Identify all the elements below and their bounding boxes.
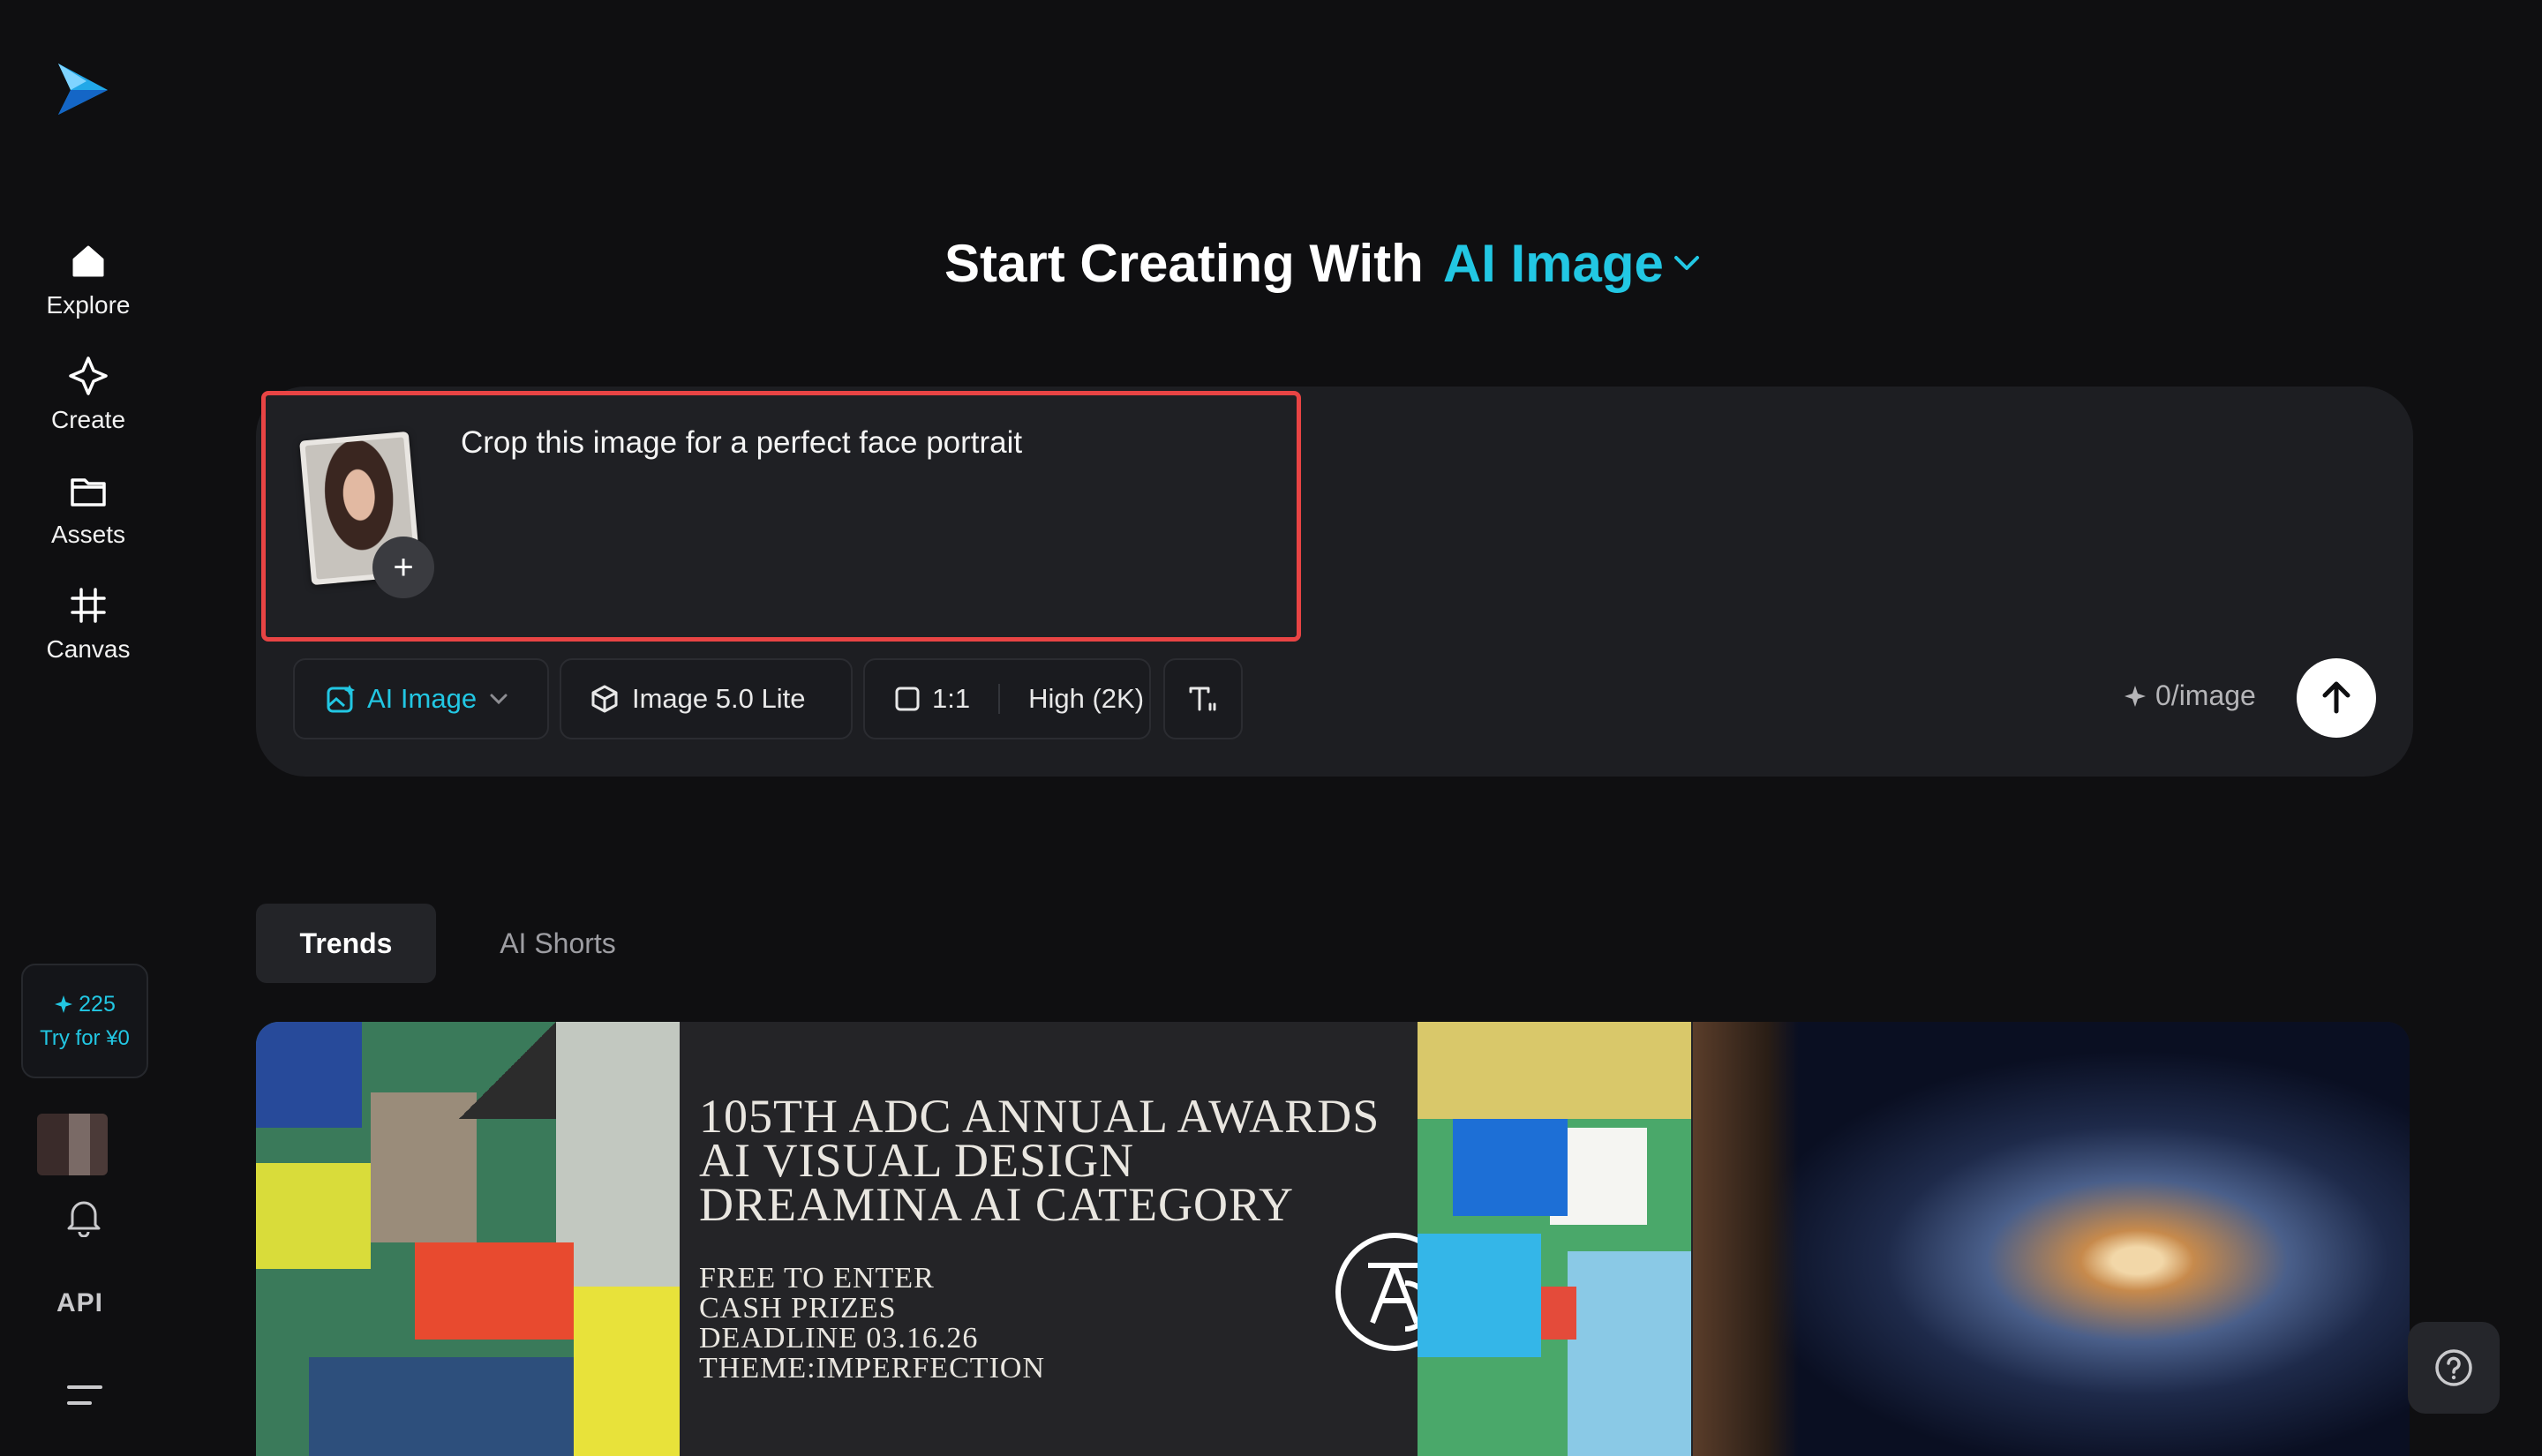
quality-label: High (2K): [1028, 683, 1145, 714]
sidebar-item-label: Create: [50, 406, 126, 433]
tab-trends[interactable]: Trends: [256, 904, 436, 983]
arrow-up-icon: [2322, 681, 2350, 714]
banner-title: 105TH ADC ANNUAL AWARDS AI VISUAL DESIGN…: [699, 1090, 1458, 1231]
banner-art-arch: [1693, 1022, 1799, 1456]
credits-box[interactable]: 225 Try for ¥0: [21, 964, 148, 1078]
banner-title-line: 105TH ADC ANNUAL AWARDS: [699, 1090, 1380, 1143]
divider: [998, 684, 1001, 714]
banner-art-galaxy: [1693, 1022, 2410, 1456]
folder-icon: [71, 478, 106, 507]
sidebar-item-create[interactable]: Create: [18, 355, 159, 452]
sidebar: Explore Create Assets Canvas 225 Try for…: [0, 0, 177, 1456]
sidebar-item-label: Explore: [46, 291, 131, 319]
prompt-input[interactable]: Crop this image for a perfect face portr…: [461, 425, 1273, 461]
heading-prefix: Start Creating With: [944, 233, 1424, 293]
mode-select[interactable]: AI Image: [293, 658, 549, 739]
model-label: Image 5.0 Lite: [632, 683, 806, 714]
ratio-quality-select[interactable]: 1:1 High (2K): [863, 658, 1151, 739]
image-sparkle-icon: [327, 685, 355, 713]
banner-art-middle: [1418, 1022, 1691, 1456]
sidebar-item-canvas[interactable]: Canvas: [18, 584, 159, 681]
square-ratio-icon: [895, 687, 920, 711]
banner-title-line: AI VISUAL DESIGN: [699, 1134, 1134, 1187]
sidebar-item-label: Assets: [50, 521, 126, 548]
avatar[interactable]: [37, 1114, 108, 1175]
text-format-icon: [1189, 687, 1216, 711]
home-icon: [72, 245, 104, 277]
chevron-down-icon: [490, 694, 508, 705]
cost-indicator: 0/image: [2124, 679, 2256, 712]
question-circle-icon: [2435, 1349, 2472, 1386]
tab-ai-shorts[interactable]: AI Shorts: [459, 904, 657, 983]
add-reference-button[interactable]: +: [372, 537, 434, 598]
menu-icon[interactable]: [65, 1377, 104, 1415]
page-heading: Start Creating With AI Image: [944, 228, 1739, 298]
bell-icon[interactable]: [64, 1197, 104, 1237]
crop-grid-icon: [71, 588, 106, 623]
featured-banner[interactable]: 105TH ADC ANNUAL AWARDS AI VISUAL DESIGN…: [256, 1022, 2410, 1456]
cube-icon: [591, 685, 618, 713]
dreamina-logo-icon[interactable]: [51, 58, 113, 120]
sidebar-item-explore[interactable]: Explore: [18, 240, 159, 337]
sidebar-item-assets[interactable]: Assets: [18, 469, 159, 567]
ratio-label: 1:1: [932, 683, 971, 714]
sparkle-icon: [55, 995, 73, 1013]
mode-dropdown[interactable]: AI Image: [1443, 233, 1703, 294]
plus-icon: +: [393, 547, 414, 587]
banner-art-left: [256, 1022, 680, 1456]
help-button[interactable]: [2408, 1322, 2500, 1414]
chevron-down-icon: [1673, 256, 1699, 270]
credits-count-value: 225: [79, 991, 116, 1017]
api-link[interactable]: API: [56, 1288, 103, 1318]
banner-sub-line: THEME:IMPERFECTION: [699, 1352, 1045, 1385]
try-free-link[interactable]: Try for ¥0: [40, 1026, 130, 1051]
mode-label: AI Image: [367, 683, 478, 714]
text-style-button[interactable]: [1163, 658, 1243, 739]
model-select[interactable]: Image 5.0 Lite: [560, 658, 853, 739]
sparkle-icon: [2125, 685, 2146, 707]
sidebar-item-label: Canvas: [46, 635, 131, 663]
cost-label: 0/image: [2155, 679, 2256, 711]
heading-accent: AI Image: [1442, 233, 1664, 293]
submit-button[interactable]: [2297, 658, 2376, 738]
sparkle-icon: [69, 356, 108, 395]
banner-title-line: DREAMINA AI CATEGORY: [699, 1178, 1295, 1231]
credits-count: 225: [54, 992, 116, 1017]
